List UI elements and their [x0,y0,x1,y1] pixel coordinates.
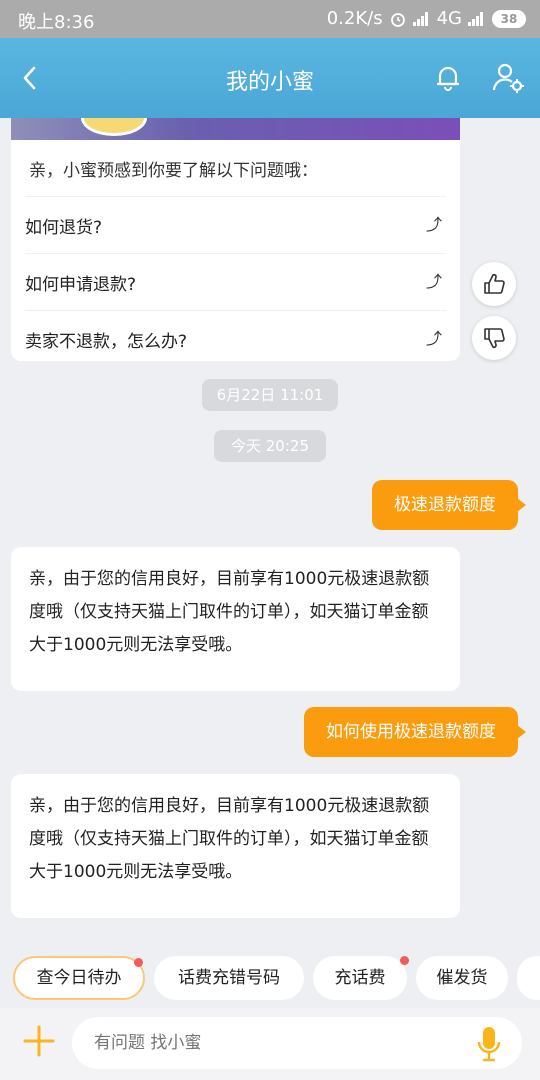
bot-message: 亲，由于您的信用良好，目前享有1000元极速退款额度哦（仅支持天猫上门取件的订单… [11,774,460,918]
input-bar [0,1008,540,1080]
signal-icon [412,11,431,26]
plus-icon[interactable] [22,1024,56,1058]
arrow-icon: ⤴ [425,215,442,234]
timestamp: 6月22日 11:01 [202,379,338,411]
microphone-icon[interactable] [476,1026,502,1062]
thumbs-up-icon [484,273,505,294]
chip-label: 查今日待办 [36,968,122,988]
user-message: 极速退款额度 [372,480,526,530]
faq-card: 亲，小蜜预感到你要了解以下问题哦： 如何退货? ⤴ 如何申请退款? ⤴ 卖家不退… [11,140,460,361]
signal-icon-2 [468,11,486,26]
quick-reply-chip[interactable]: 催发货 [416,956,508,1000]
bell-icon [436,66,460,91]
notifications-button[interactable] [426,56,470,100]
faq-intro: 亲，小蜜预感到你要了解以下问题哦： [29,161,318,181]
battery-icon: 38 [492,9,526,28]
alarm-icon [390,12,405,27]
quick-reply-chip[interactable]: 话费充错号码 [154,956,304,1000]
network-speed: 0.2K/s [326,8,383,29]
quick-reply-chip[interactable]: 充话费 [313,956,409,1000]
status-bar: 晚上8:36 0.2K/s 4G 38 [0,0,540,38]
network-type: 4G [436,8,462,29]
profile-settings-button[interactable] [486,56,530,100]
arrow-icon: ⤴ [425,272,442,291]
faq-item[interactable]: 卖家不退款，怎么办? ⤴ [25,310,446,367]
faq-item[interactable]: 如何申请退款? ⤴ [25,253,446,310]
quick-reply-chip[interactable]: 查今日待办 [13,956,145,1000]
chip-label: 话费充错号码 [178,968,280,988]
chip-label: 充话费 [334,968,386,988]
quick-reply-bar: 查今日待办 话费充错号码 充话费 催发货 [0,950,540,1008]
dislike-button[interactable] [472,316,516,360]
faq-item-label: 如何退货? [25,218,103,238]
faq-item[interactable]: 如何退货? ⤴ [25,196,446,253]
badge-dot [134,958,143,967]
assistant-mascot-icon [81,118,147,136]
assistant-banner [11,118,460,140]
faq-item-label: 卖家不退款，怎么办? [25,332,188,352]
timestamp: 今天 20:25 [214,430,326,462]
bot-message: 亲，由于您的信用良好，目前享有1000元极速退款额度哦（仅支持天猫上门取件的订单… [11,547,460,691]
faq-item-label: 如何申请退款? [25,275,137,295]
chat-area[interactable]: 亲，小蜜预感到你要了解以下问题哦： 如何退货? ⤴ 如何申请退款? ⤴ 卖家不退… [0,118,540,950]
app-header: 我的小蜜 [0,38,540,118]
quick-reply-chip-partial[interactable] [517,956,540,1000]
message-input[interactable] [72,1017,522,1069]
badge-dot [400,956,409,965]
user-message: 如何使用极速退款额度 [304,707,526,757]
thumbs-down-icon [484,328,505,349]
status-right: 0.2K/s 4G 38 [327,8,526,29]
arrow-icon: ⤴ [425,329,442,348]
user-settings-icon [492,63,524,93]
status-time: 晚上8:36 [18,12,95,33]
chip-label: 催发货 [436,968,488,988]
like-button[interactable] [472,262,516,306]
